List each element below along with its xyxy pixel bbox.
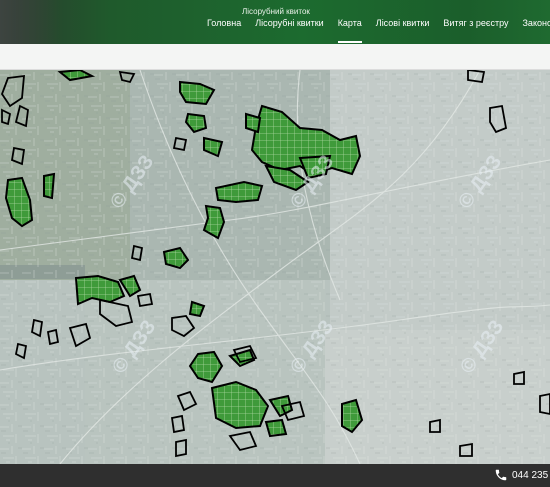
phone-number[interactable]: 044 235 [512,470,548,481]
site-footer: 044 235 [0,464,550,487]
parcel[interactable] [264,418,288,438]
nav-item-forest-tickets[interactable]: Лісові квитки [369,16,437,38]
map-canvas[interactable]: © ДЗЗ © ДЗЗ © ДЗЗ © ДЗЗ © ДЗЗ © ДЗЗ [0,70,550,464]
map-toolbar [0,44,550,70]
nav-item-home[interactable]: Головна [200,16,248,38]
site-title[interactable]: Лісорубний квиток [242,7,310,16]
parcel[interactable] [43,172,56,200]
phone-icon [495,469,507,481]
nav-item-map[interactable]: Карта [331,16,369,43]
nav-item-logging-tickets[interactable]: Лісорубні квитки [248,16,330,38]
parcel[interactable] [245,112,262,134]
header-shade [0,0,60,44]
main-nav: Головна Лісорубні квитки Карта Лісові кв… [200,16,550,43]
nav-item-registry-extract[interactable]: Витяг з реєстру [436,16,515,38]
nav-item-legislation[interactable]: Законодавчі [516,16,550,38]
site-header: Лісорубний квиток Головна Лісорубні квит… [0,0,550,44]
footer-phone[interactable]: 044 235 [494,468,548,482]
satellite-map[interactable]: © ДЗЗ © ДЗЗ © ДЗЗ © ДЗЗ © ДЗЗ © ДЗЗ [0,70,550,464]
